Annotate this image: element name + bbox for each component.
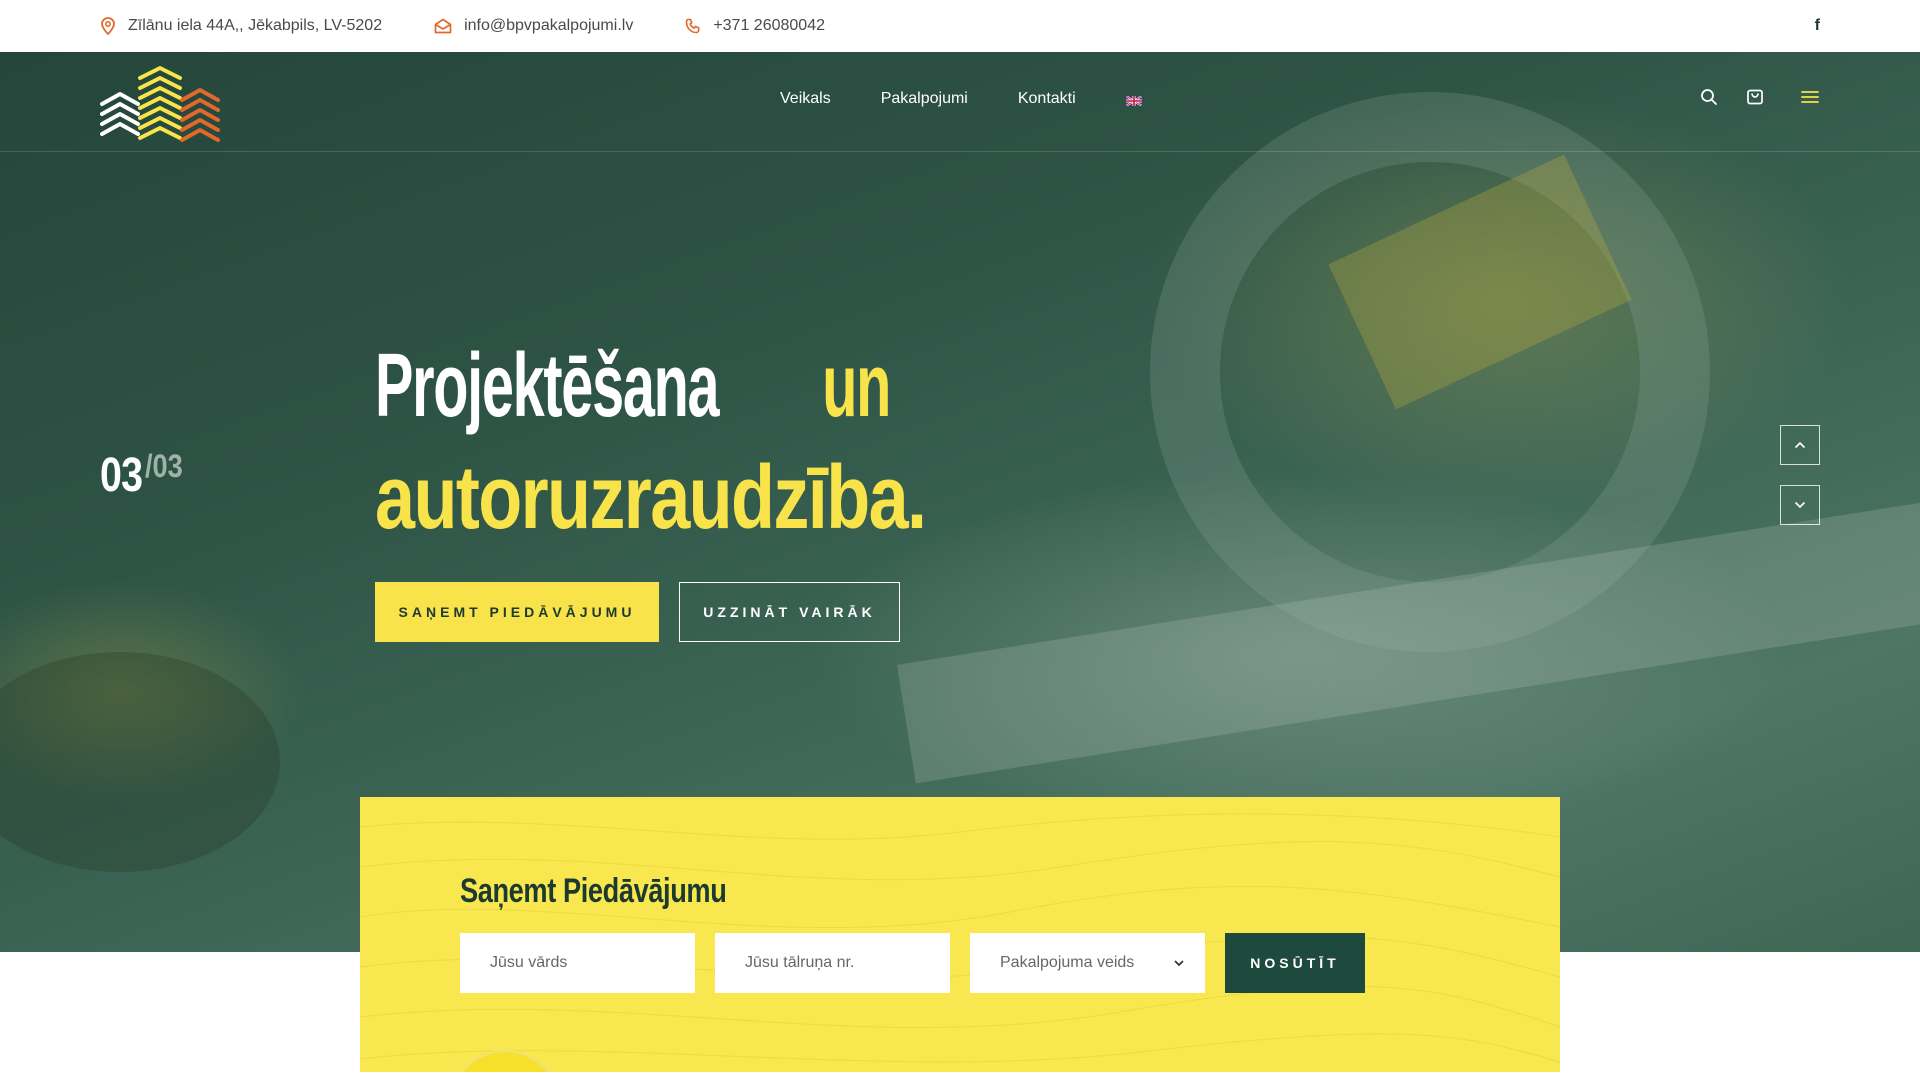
email-item[interactable]: info@bpvpakalpojumi.lv [434,17,633,35]
main-nav: Veikals Pakalpojumi Kontakti [780,90,1142,108]
phone-link[interactable]: +371 26080042 [713,17,825,35]
nav-item-pakalpojumi[interactable]: Pakalpojumi [881,90,968,108]
slide-next-button[interactable] [1780,485,1820,525]
site-header: Veikals Pakalpojumi Kontakti [0,52,1920,152]
submit-button[interactable]: NOSŪTĪT [1225,933,1365,993]
service-select[interactable]: Pakalpojuma veids [970,933,1205,993]
headline-part-yellow: autoruzraudzība. [375,448,927,548]
name-input[interactable]: Jūsu vārds [460,933,695,993]
nav-item-kontakti[interactable]: Kontakti [1018,90,1076,108]
quote-form-box: Saņemt Piedāvājumu Jūsu vārds Jūsu tālru… [360,797,1560,1072]
get-offer-button[interactable]: SAŅEMT PIEDĀVĀJUMU [375,582,659,642]
address-item: Zīlānu iela 44A,, Jēkabpils, LV-5202 [100,17,382,35]
headline-part-white: Projektēšana un [375,336,892,436]
location-pin-icon [101,17,115,35]
hero-bg-tape-roll [0,652,280,872]
learn-more-button[interactable]: UZZINĀT VAIRĀK [679,582,900,642]
page: Zīlānu iela 44A,, Jēkabpils, LV-5202 inf… [0,0,1920,1080]
address-text: Zīlānu iela 44A,, Jēkabpils, LV-5202 [128,17,383,34]
envelope-icon [434,18,452,34]
slide-prev-button[interactable] [1780,425,1820,465]
slide-counter: 03 /03 [100,448,190,503]
search-icon[interactable] [1700,88,1718,106]
company-logo[interactable] [100,64,220,142]
phone-input[interactable]: Jūsu tālruņa nr. [715,933,950,993]
chevron-down-icon [1174,960,1184,967]
nav-item-veikals[interactable]: Veikals [780,90,831,108]
service-select-value: Pakalpojuma veids [1000,954,1135,971]
slide-total: /03 [145,448,184,484]
chevron-up-icon [1794,441,1806,449]
cart-icon[interactable] [1746,88,1764,106]
quote-form-title: Saņemt Piedāvājumu [460,872,727,910]
phone-icon [686,18,700,34]
slide-current: 03 [100,449,143,502]
uk-flag-icon[interactable] [1125,95,1142,106]
topbar: Zīlānu iela 44A,, Jēkabpils, LV-5202 inf… [0,0,1920,52]
phone-item[interactable]: +371 26080042 [685,17,825,35]
hero-headline: Projektēšana un autoruzraudzība. [375,330,1275,554]
email-link[interactable]: info@bpvpakalpojumi.lv [464,17,633,35]
menu-icon[interactable] [1800,89,1820,105]
chevron-down-icon [1794,501,1806,509]
facebook-icon[interactable]: f [1815,17,1820,35]
header-icons [1672,88,1820,106]
